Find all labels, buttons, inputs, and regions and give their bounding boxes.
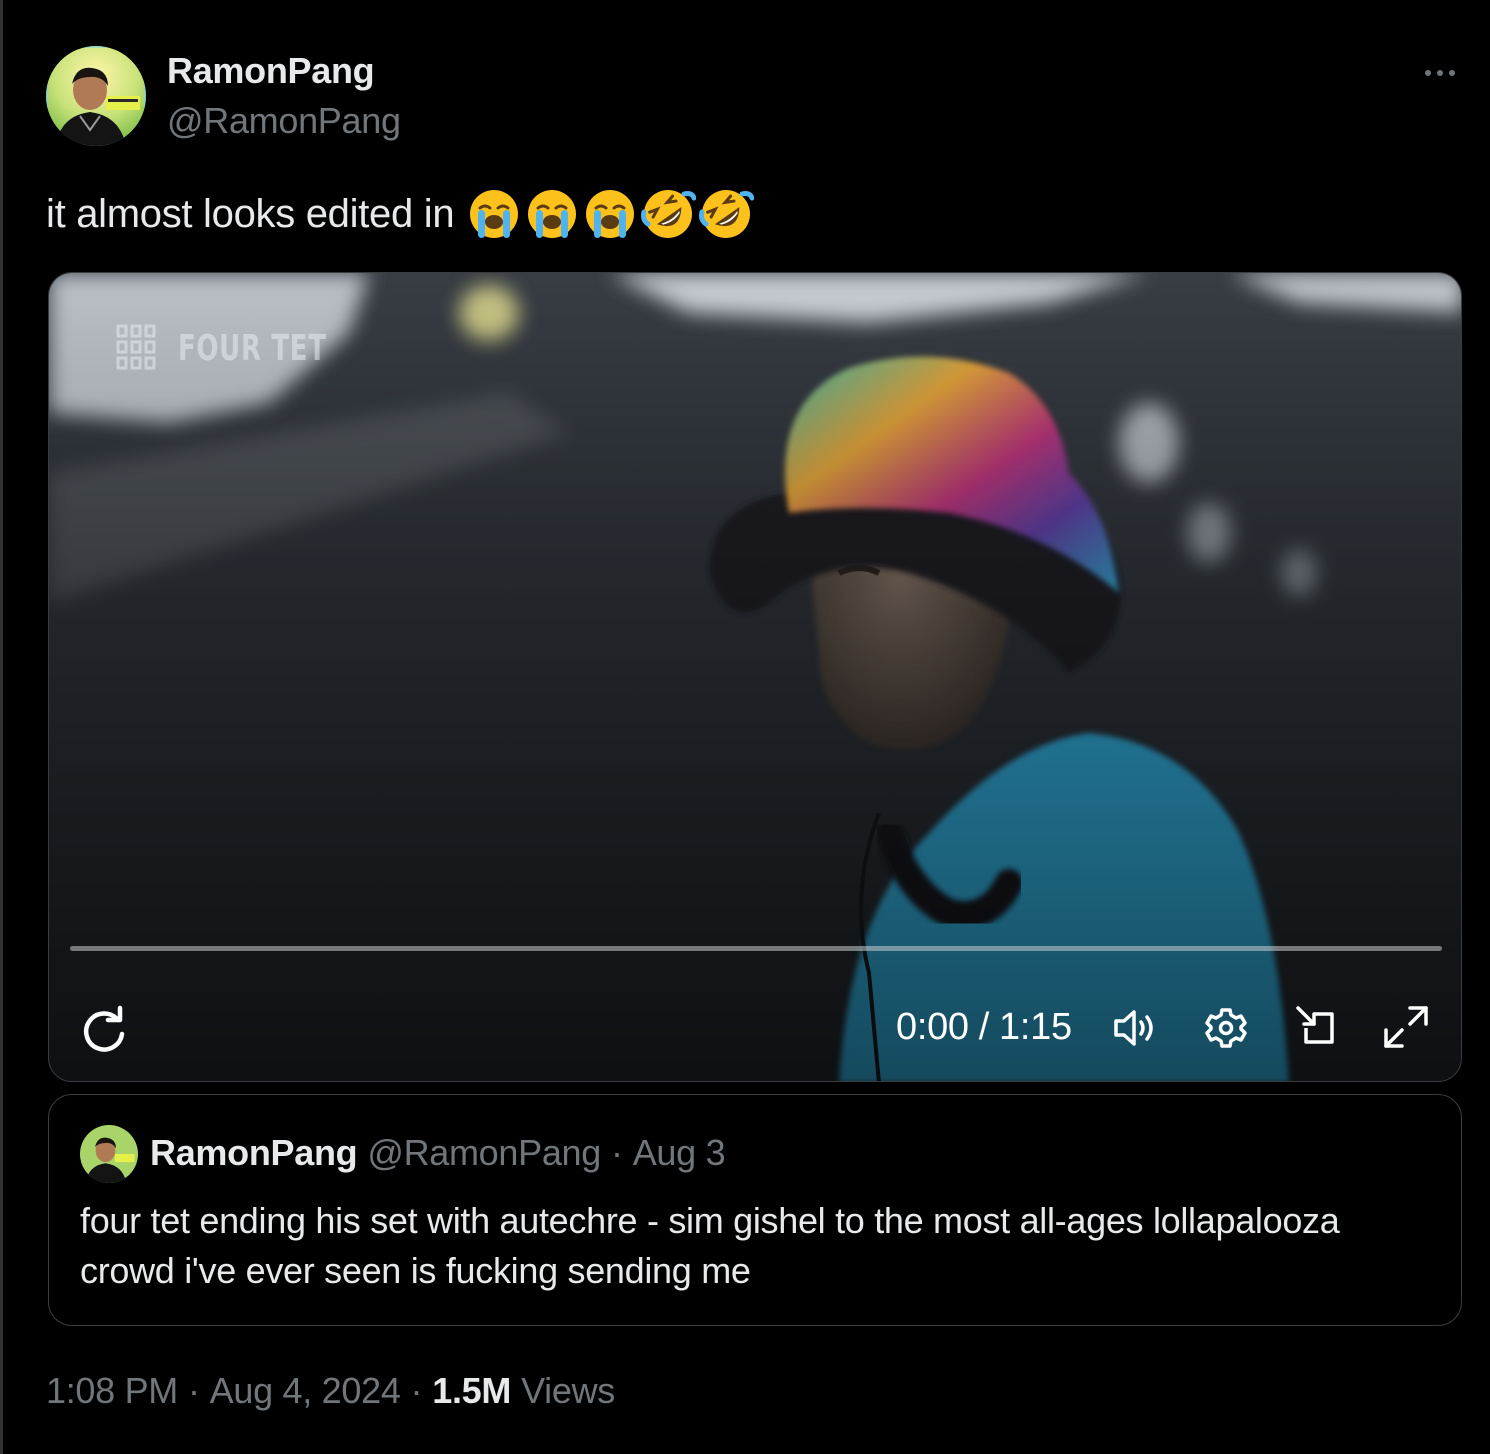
- tweet-text: it almost looks edited in: [46, 186, 755, 242]
- fullscreen-icon[interactable]: [1380, 1004, 1432, 1052]
- quote-author-name[interactable]: RamonPang: [150, 1132, 358, 1174]
- loudly-crying-face-icon: [528, 190, 577, 238]
- tweet-text-content: it almost looks edited in: [46, 191, 455, 236]
- tweet-meta: 1:08 PM · Aug 4, 2024 · 1.5M Views: [46, 1370, 615, 1412]
- time-separator: /: [978, 1006, 990, 1048]
- quote-separator: ·: [611, 1132, 623, 1173]
- meta-separator: ·: [187, 1370, 200, 1411]
- emoji-row: [466, 186, 755, 242]
- picture-in-picture-icon[interactable]: [1292, 1004, 1344, 1052]
- replay-icon[interactable]: [78, 1004, 130, 1056]
- views-label: Views: [521, 1370, 615, 1411]
- video-player[interactable]: [48, 272, 1462, 1082]
- quote-header: RamonPang @RamonPang · Aug 3: [150, 1132, 726, 1174]
- quote-text: four tet ending his set with autechre - …: [80, 1200, 1340, 1291]
- tweet-time[interactable]: 1:08 PM: [46, 1370, 178, 1412]
- meta-separator: ·: [410, 1370, 423, 1411]
- views-count: 1.5M: [432, 1370, 512, 1411]
- author-name[interactable]: RamonPang: [167, 50, 375, 92]
- left-border: [0, 0, 3, 1454]
- quote-author-avatar[interactable]: [80, 1125, 138, 1183]
- author-avatar[interactable]: [46, 46, 146, 146]
- author-handle[interactable]: @RamonPang: [167, 100, 401, 142]
- video-watermark: FOUR TET: [110, 320, 384, 376]
- quote-author-handle[interactable]: @RamonPang: [367, 1132, 601, 1174]
- rolling-on-the-floor-laughing-icon: [699, 190, 755, 238]
- tweet-date[interactable]: Aug 4, 2024: [210, 1370, 401, 1412]
- more-options-icon[interactable]: [1418, 58, 1462, 88]
- time-total: 1:15: [999, 1006, 1072, 1048]
- video-time: 0:00 / 1:15: [896, 1004, 1072, 1050]
- quote-date[interactable]: Aug 3: [633, 1132, 726, 1174]
- loudly-crying-face-icon: [470, 190, 519, 238]
- video-progress-bar[interactable]: [70, 946, 1442, 951]
- avatar-image: [46, 46, 146, 146]
- avatar-image: [80, 1125, 138, 1183]
- loudly-crying-face-icon: [586, 190, 635, 238]
- volume-icon[interactable]: [1110, 1004, 1162, 1052]
- watermark-text: FOUR TET: [178, 327, 327, 369]
- rolling-on-the-floor-laughing-icon: [641, 190, 697, 238]
- settings-icon[interactable]: [1200, 1004, 1252, 1052]
- video-frame: [49, 273, 1461, 1081]
- time-current: 0:00: [896, 1006, 969, 1048]
- lollapalooza-logo-icon: [116, 324, 156, 370]
